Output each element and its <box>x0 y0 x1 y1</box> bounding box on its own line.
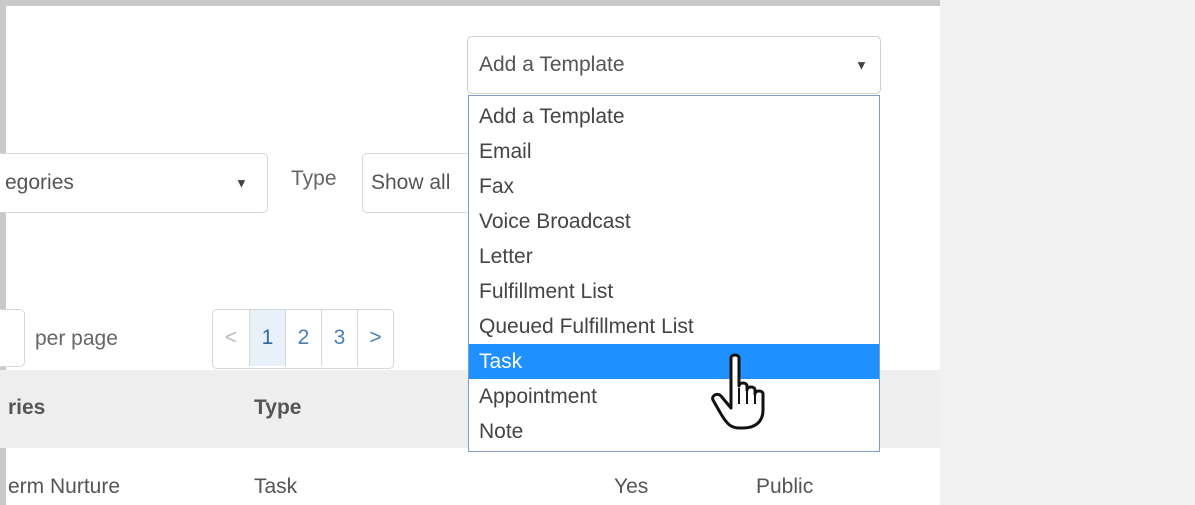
triangle-down-icon: ▼ <box>235 175 248 191</box>
right-side-panel <box>940 0 1195 505</box>
type-filter-select[interactable]: Show all <box>362 153 482 213</box>
option-letter[interactable]: Letter <box>469 239 879 274</box>
table-cell-type: Task <box>254 475 298 498</box>
table-cell-flag: Yes <box>614 475 649 498</box>
triangle-down-icon: ▼ <box>855 57 868 73</box>
option-queued-fulfillment-list[interactable]: Queued Fulfillment List <box>469 309 879 344</box>
option-task[interactable]: Task <box>469 344 879 379</box>
per-page-select[interactable] <box>0 309 25 367</box>
per-page-label: per page <box>35 327 118 350</box>
column-header-type[interactable]: Type <box>254 396 301 420</box>
next-page-button[interactable]: > <box>357 310 393 366</box>
type-filter-label: Type <box>291 167 337 190</box>
template-options-dropdown: Add a Template Email Fax Voice Broadcast… <box>468 95 880 452</box>
window-frame-top <box>0 0 940 6</box>
hand-pointer-icon <box>711 353 765 430</box>
option-email[interactable]: Email <box>469 134 879 169</box>
option-note[interactable]: Note <box>469 414 879 449</box>
page-button-2[interactable]: 2 <box>285 310 321 366</box>
table-cell-category[interactable]: erm Nurture <box>8 475 120 499</box>
option-fax[interactable]: Fax <box>469 169 879 204</box>
add-template-select[interactable]: Add a Template ▼ <box>467 36 881 94</box>
pagination: < 1 2 3 > <box>212 309 394 369</box>
type-filter-value: Show all <box>371 171 451 194</box>
page-button-1[interactable]: 1 <box>249 310 285 366</box>
prev-page-button[interactable]: < <box>213 310 249 366</box>
option-appointment[interactable]: Appointment <box>469 379 879 414</box>
option-fulfillment-list[interactable]: Fulfillment List <box>469 274 879 309</box>
add-template-select-value: Add a Template <box>479 53 625 76</box>
categories-filter-value: egories <box>5 171 74 194</box>
page-button-3[interactable]: 3 <box>321 310 357 366</box>
option-add-a-template[interactable]: Add a Template <box>469 99 879 134</box>
column-header-categories[interactable]: ries <box>8 396 45 420</box>
option-voice-broadcast[interactable]: Voice Broadcast <box>469 204 879 239</box>
table-cell-visibility: Public <box>756 475 814 498</box>
categories-filter-select[interactable]: egories ▼ <box>0 153 268 213</box>
